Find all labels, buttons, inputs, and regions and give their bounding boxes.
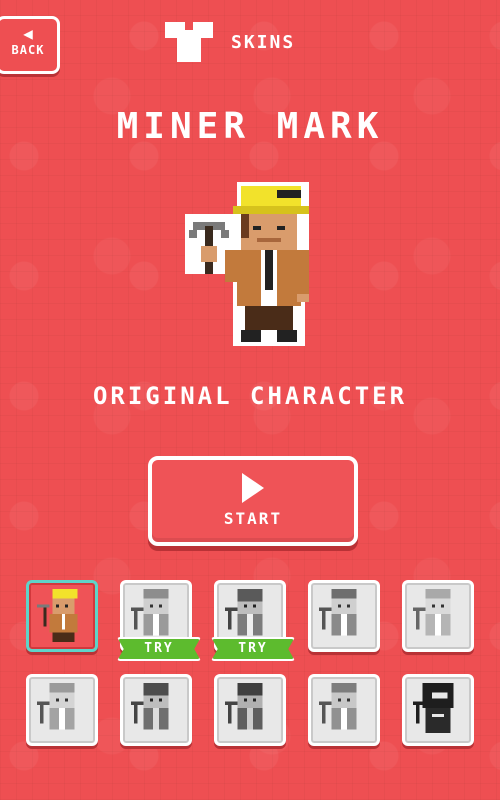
skins-header: SKINS: [165, 22, 295, 62]
skin-tile-6[interactable]: [26, 674, 98, 746]
character-name: MINER MARK: [116, 106, 384, 147]
skin-tile-4[interactable]: [308, 580, 380, 652]
locked-skin-thumbnail: [413, 683, 454, 733]
back-button[interactable]: ◀ BACK: [0, 16, 60, 74]
start-label: START: [223, 509, 283, 528]
back-label: BACK: [11, 43, 45, 57]
skin-tile-10[interactable]: [402, 674, 474, 746]
miner-mark-character: [185, 182, 309, 346]
locked-skin-thumbnail: [319, 589, 357, 636]
try-badge[interactable]: TRY: [117, 637, 201, 661]
skin-tile-7[interactable]: [120, 674, 192, 746]
skin-tile-9[interactable]: [308, 674, 380, 746]
character-subtitle: ORIGINAL CHARACTER: [92, 382, 408, 410]
locked-skin-thumbnail: [131, 683, 169, 730]
locked-skin-thumbnail: [413, 589, 451, 636]
start-button[interactable]: START: [148, 456, 358, 546]
skins-label: SKINS: [231, 31, 296, 53]
locked-skin-thumbnail: [225, 683, 263, 730]
locked-skin-thumbnail: [131, 589, 169, 636]
back-arrow-icon: ◀: [23, 24, 33, 43]
miner-mark-thumbnail: [37, 589, 78, 642]
tshirt-icon: [165, 22, 213, 62]
play-icon: [242, 473, 264, 503]
skin-tile-2[interactable]: TRY: [117, 580, 201, 661]
locked-skin-thumbnail: [37, 683, 75, 730]
skin-tile-miner-mark[interactable]: [26, 580, 98, 652]
locked-skin-thumbnail: [225, 589, 263, 636]
skin-tile-3[interactable]: TRY: [211, 580, 295, 661]
skin-tile-5[interactable]: [402, 580, 474, 652]
locked-skin-thumbnail: [319, 683, 357, 730]
try-badge[interactable]: TRY: [211, 637, 295, 661]
skin-tile-8[interactable]: [214, 674, 286, 746]
skins-grid: TRY TRY: [26, 580, 476, 746]
